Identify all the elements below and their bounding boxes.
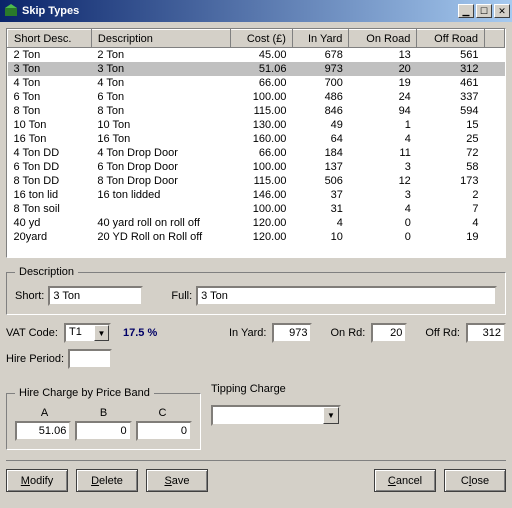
delete-button[interactable]: Delete [76,469,138,492]
table-row[interactable]: 40 yd40 yard roll on roll off120.00404 [8,216,505,230]
table-row[interactable]: 6 Ton6 Ton100.0048624337 [8,90,505,104]
minimize-icon[interactable]: ▁ [458,4,474,18]
description-legend: Description [15,266,78,278]
window-title: Skip Types [22,5,79,17]
skip-types-table[interactable]: Short Desc.DescriptionCost (£)In YardOn … [6,28,506,258]
chevron-down-icon[interactable]: ▼ [94,325,109,341]
maximize-icon[interactable]: ☐ [476,4,492,18]
column-header[interactable]: Short Desc. [8,30,92,48]
col-b: B [74,407,133,419]
cancel-button[interactable]: Cancel [374,469,436,492]
in-yard-input[interactable] [272,323,312,343]
col-c: C [133,407,192,419]
table-row[interactable]: 16 ton lid16 ton lidded146.003732 [8,188,505,202]
window-icon [4,4,18,18]
column-header[interactable]: Cost (£) [230,30,292,48]
close-icon[interactable]: ✕ [494,4,510,18]
table-row[interactable]: 10 Ton10 Ton130.0049115 [8,118,505,132]
table-row[interactable]: 20yard20 YD Roll on Roll off120.0010019 [8,230,505,244]
vat-percent: 17.5 % [123,327,157,339]
table-row[interactable]: 8 Ton8 Ton115.0084694594 [8,104,505,118]
table-row[interactable]: 2 Ton2 Ton45.0067813561 [8,48,505,63]
close-button[interactable]: Close [444,469,506,492]
full-label: Full: [171,290,192,302]
table-row[interactable]: 8 Ton soil100.003147 [8,202,505,216]
tipping-charge-select[interactable]: ▼ [211,405,341,426]
modify-button[interactable]: Modify [6,469,68,492]
table-row[interactable]: 3 Ton3 Ton51.0697320312 [8,62,505,76]
titlebar: Skip Types ▁ ☐ ✕ [0,0,512,22]
tipping-charge-label: Tipping Charge [211,383,341,395]
on-rd-input[interactable] [371,323,407,343]
hire-period-input[interactable] [68,349,112,369]
off-rd-input[interactable] [466,323,506,343]
chevron-down-icon[interactable]: ▼ [323,407,339,424]
column-header[interactable]: Off Road [417,30,485,48]
price-a-input[interactable] [15,421,71,441]
price-c-input[interactable] [136,421,192,441]
full-input[interactable] [196,286,497,306]
price-band-legend: Hire Charge by Price Band [15,387,154,399]
short-label: Short: [15,290,44,302]
save-button[interactable]: Save [146,469,208,492]
col-a: A [15,407,74,419]
vat-code-select[interactable]: T1 ▼ [64,323,111,343]
vat-code-label: VAT Code: [6,327,58,339]
short-input[interactable] [48,286,143,306]
column-header[interactable]: In Yard [292,30,348,48]
price-b-input[interactable] [75,421,131,441]
off-rd-label: Off Rd: [425,327,460,339]
button-bar: Modify Delete Save Cancel Close [6,460,506,492]
table-row[interactable]: 16 Ton16 Ton160.0064425 [8,132,505,146]
table-row[interactable]: 6 Ton DD6 Ton Drop Door100.00137358 [8,160,505,174]
price-band-group: Hire Charge by Price Band A B C [6,387,201,450]
in-yard-label: In Yard: [229,327,267,339]
table-row[interactable]: 4 Ton4 Ton66.0070019461 [8,76,505,90]
table-row[interactable]: 4 Ton DD4 Ton Drop Door66.001841172 [8,146,505,160]
table-row[interactable]: 8 Ton DD8 Ton Drop Door115.0050612173 [8,174,505,188]
column-header[interactable]: On Road [349,30,417,48]
description-group: Description Short: Full: [6,266,506,315]
on-rd-label: On Rd: [330,327,365,339]
column-header[interactable]: Description [91,30,230,48]
hire-period-label: Hire Period: [6,353,64,365]
